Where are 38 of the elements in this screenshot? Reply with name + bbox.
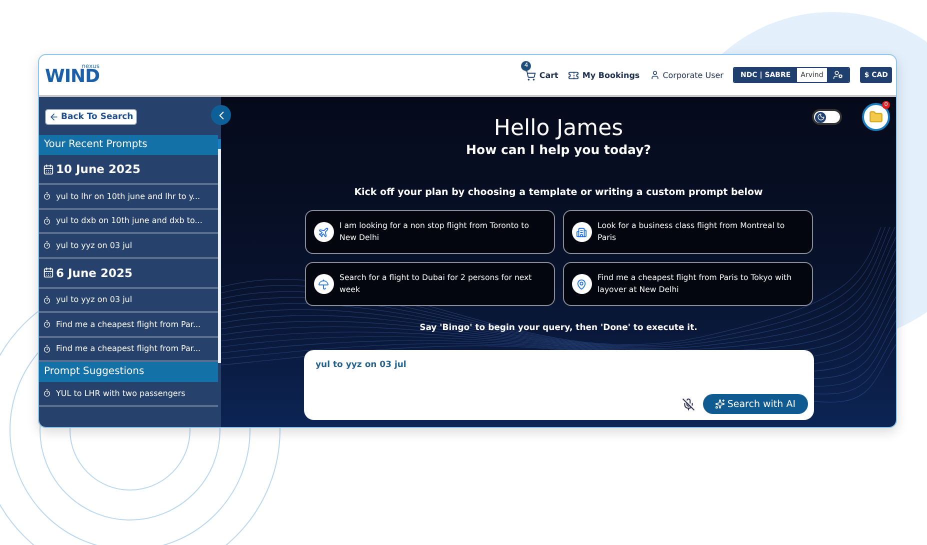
timer-icon <box>43 241 51 250</box>
suggestion-item[interactable]: YUL to LHR with two passengers <box>39 382 218 406</box>
muted-microphone-icon[interactable] <box>682 398 696 410</box>
timer-icon <box>43 296 51 304</box>
user-link[interactable]: Corporate User <box>650 70 724 80</box>
arrow-left-icon <box>49 112 59 122</box>
calendar-icon <box>43 267 54 278</box>
user-settings-icon <box>833 70 844 80</box>
timer-icon <box>43 320 51 328</box>
search-with-ai-button[interactable]: Search with AI <box>703 394 808 414</box>
sparkles-icon <box>715 399 726 409</box>
buildings-icon <box>572 222 592 242</box>
section-title: Your Recent Prompts <box>39 135 218 155</box>
ticket-icon <box>568 70 580 80</box>
cart-link[interactable]: Cart <box>525 70 558 80</box>
umbrella-icon <box>314 274 334 294</box>
cart-icon <box>525 70 536 80</box>
folder-icon <box>869 110 883 124</box>
prompt-input-field[interactable]: yul to yyz on 03 jul Search with AI <box>304 350 814 420</box>
section-title: Prompt Suggestions <box>39 362 218 382</box>
timer-icon <box>43 216 51 225</box>
plane-icon <box>314 222 334 242</box>
calendar-icon <box>43 164 54 174</box>
theme-toggle[interactable] <box>812 109 842 125</box>
mic-off-icon <box>682 398 696 410</box>
timer-icon <box>43 192 51 200</box>
greeting-title: Hello James <box>494 117 624 141</box>
user-icon <box>650 70 660 80</box>
voice-hint: Say 'Bingo' to begin your query, then 'Done' to execute it. <box>420 323 698 333</box>
timer-icon <box>43 389 51 398</box>
intro-text: Kick off your plan by choosing a template or writing a custom prompt below <box>354 187 763 198</box>
back-to-search-button[interactable]: Back To Search <box>45 109 138 125</box>
timer-icon <box>43 344 51 353</box>
bookings-link[interactable]: My Bookings <box>568 70 640 80</box>
greeting-subtitle: How can I help you today? <box>466 142 651 157</box>
map-pin-icon <box>572 274 592 294</box>
scrollbar[interactable] <box>218 139 221 363</box>
agent-profile-button[interactable] <box>827 68 850 82</box>
